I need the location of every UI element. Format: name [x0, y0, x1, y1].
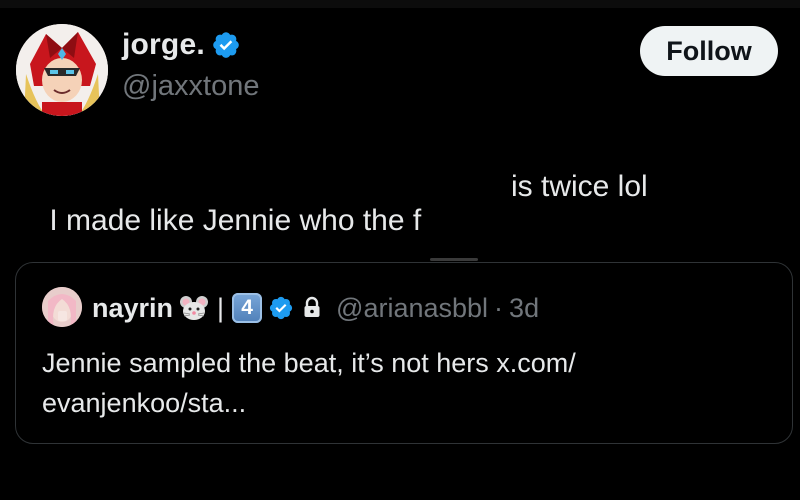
quote-tweet-card[interactable]: nayrin | 4 @arianasbbl · 3d Jennie sampl…	[15, 262, 793, 444]
top-strip	[0, 0, 800, 8]
author-handle[interactable]: @jaxxtone	[122, 70, 259, 103]
author-display-name[interactable]: jorge.	[122, 28, 205, 62]
quote-meta-dot: ·	[494, 292, 504, 323]
avatar-image	[16, 24, 108, 116]
media-separator	[430, 258, 478, 261]
tweet-text: I made like Jennie who the f is twice lol	[16, 170, 647, 272]
tweet-page: jorge. @jaxxtone Follow I made like Jenn…	[0, 0, 800, 500]
author-name-row: jorge.	[122, 28, 241, 62]
quote-header: nayrin | 4 @arianasbbl · 3d	[92, 289, 539, 327]
quote-timestamp[interactable]: 3d	[509, 293, 539, 324]
name-separator: |	[217, 292, 225, 323]
follow-button[interactable]: Follow	[640, 26, 778, 76]
quote-handle[interactable]: @arianasbbl	[336, 293, 488, 324]
quote-verified-badge-icon[interactable]	[268, 295, 294, 321]
quote-avatar-image	[42, 287, 82, 327]
quote-author-avatar[interactable]	[42, 287, 82, 327]
lock-icon	[300, 296, 324, 320]
quote-display-name[interactable]: nayrin	[92, 293, 173, 324]
mouse-face-emoji-icon	[179, 294, 209, 322]
keycap-badge: 4	[232, 293, 263, 323]
tweet-text-part2: is twice lol	[511, 170, 648, 203]
author-avatar[interactable]	[16, 24, 108, 116]
verified-badge-icon[interactable]	[211, 30, 241, 60]
tweet-text-part1: I made like Jennie who the f	[49, 204, 422, 237]
quote-text: Jennie sampled the beat, it’s not hers x…	[42, 348, 576, 418]
